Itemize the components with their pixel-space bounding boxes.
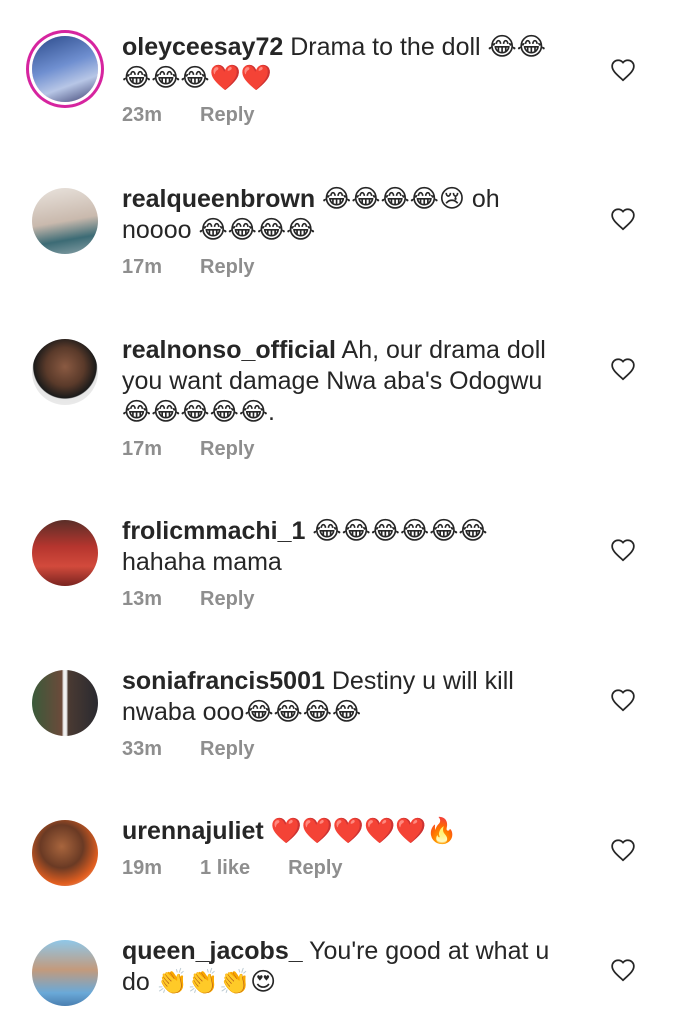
comment-time: 33m xyxy=(122,738,163,760)
comment-time: 17m xyxy=(122,438,163,460)
comment-username[interactable]: queen_jacobs_ xyxy=(122,937,303,965)
comment-username[interactable]: realnonso_official xyxy=(122,336,336,364)
comments-list: oleyceesay72 Drama to the doll 😂😂😂😂😂❤️❤️… xyxy=(0,0,675,1009)
reply-button[interactable]: Reply xyxy=(288,857,342,880)
reply-button[interactable]: Reply xyxy=(200,438,254,461)
comment-time: 19m xyxy=(122,857,163,879)
comment-time: 23m xyxy=(122,104,163,126)
reply-button[interactable]: Reply xyxy=(200,738,254,761)
heart-outline-icon[interactable] xyxy=(610,838,636,864)
heart-outline-icon[interactable] xyxy=(610,688,636,714)
comment-username[interactable]: soniafrancis5001 xyxy=(122,667,325,695)
heart-outline-icon[interactable] xyxy=(610,357,636,383)
avatar[interactable] xyxy=(32,188,98,254)
reply-button[interactable]: Reply xyxy=(200,256,254,279)
heart-outline-icon[interactable] xyxy=(610,207,636,233)
reply-button[interactable]: Reply xyxy=(200,588,254,611)
avatar[interactable] xyxy=(32,940,98,1006)
avatar[interactable] xyxy=(32,820,98,886)
comment-text: ❤️❤️❤️❤️❤️🔥 xyxy=(270,817,458,845)
comment-username[interactable]: realqueenbrown xyxy=(122,185,315,213)
comment-time: 13m xyxy=(122,588,163,610)
heart-outline-icon[interactable] xyxy=(610,58,636,84)
heart-outline-icon[interactable] xyxy=(610,958,636,984)
comment-username[interactable]: urennajuliet xyxy=(122,817,264,845)
comment-username[interactable]: frolicmmachi_1 xyxy=(122,517,305,545)
comment-username[interactable]: oleyceesay72 xyxy=(122,33,283,61)
reply-button[interactable]: Reply xyxy=(200,104,254,127)
comment-time: 17m xyxy=(122,256,163,278)
heart-outline-icon[interactable] xyxy=(610,538,636,564)
avatar[interactable] xyxy=(32,670,98,736)
avatar[interactable] xyxy=(32,339,98,405)
like-count[interactable]: 1 like xyxy=(200,857,250,880)
avatar[interactable] xyxy=(32,520,98,586)
avatar[interactable] xyxy=(32,36,98,102)
